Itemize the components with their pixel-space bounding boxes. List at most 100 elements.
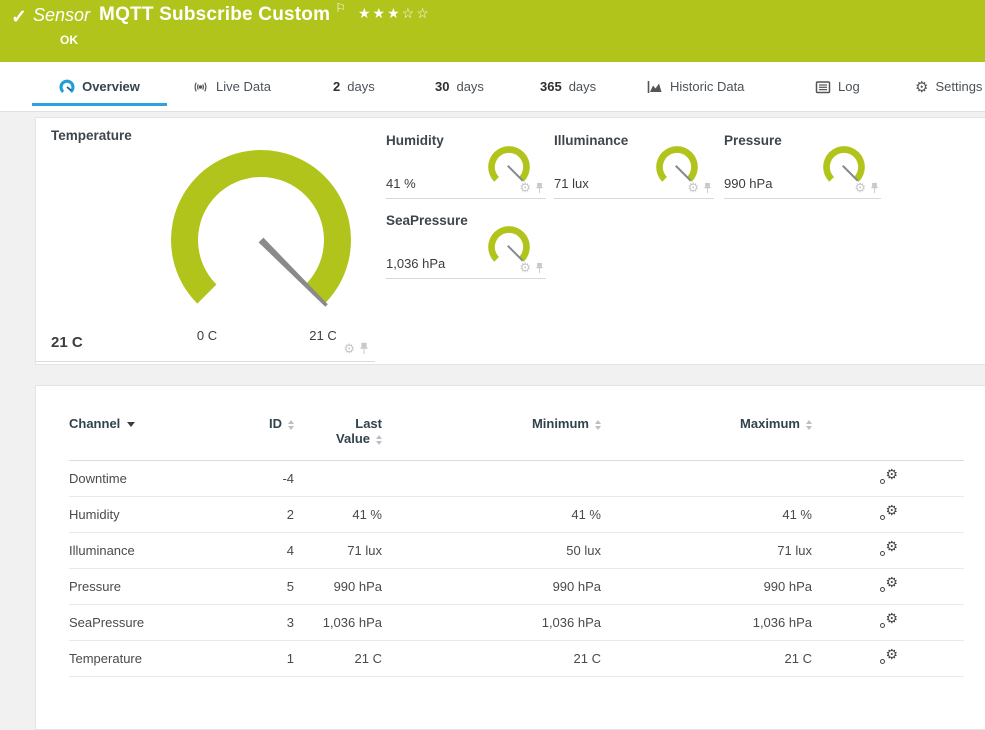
pin-icon[interactable] — [535, 182, 544, 194]
stars-empty: ☆☆ — [402, 5, 431, 21]
table-row: Temperature 1 21 C 21 C 21 C ⚙ — [69, 641, 964, 677]
column-header-last-value[interactable]: Last Value — [294, 412, 382, 461]
channel-settings-icon[interactable]: ⚙ — [880, 577, 898, 593]
tab-number: 365 — [540, 79, 562, 94]
live-signal-icon — [192, 79, 209, 95]
gauge-tile-humidity: Humidity 41 % ⚙ — [386, 129, 546, 199]
tab-label: days — [569, 79, 596, 94]
cell-channel[interactable]: Illuminance — [69, 533, 229, 569]
channel-title: Pressure — [724, 133, 782, 148]
gauge-max-label: 21 C — [302, 328, 344, 343]
gauge-needle — [676, 166, 691, 181]
gauge-settings-gear-icon[interactable]: ⚙ — [687, 181, 699, 194]
tab-30-days[interactable]: 30 days — [435, 62, 484, 111]
tab-label: days — [347, 79, 374, 94]
cell-last-value: 1,036 hPa — [294, 605, 382, 641]
gauge-needle — [508, 166, 523, 181]
cell-minimum: 41 % — [382, 497, 601, 533]
tab-live-data[interactable]: Live Data — [192, 62, 271, 111]
column-header-minimum[interactable]: Minimum — [382, 412, 601, 461]
pin-icon[interactable] — [870, 182, 879, 194]
tab-label: days — [456, 79, 483, 94]
table-row: Pressure 5 990 hPa 990 hPa 990 hPa ⚙ — [69, 569, 964, 605]
gauge-needle — [508, 246, 523, 261]
gauge-settings-gear-icon[interactable]: ⚙ — [343, 342, 355, 355]
tab-overview[interactable]: Overview — [32, 62, 167, 111]
column-label: Last — [294, 416, 382, 431]
channel-value: 71 lux — [554, 176, 589, 191]
cell-channel[interactable]: Temperature — [69, 641, 229, 677]
column-label: Maximum — [740, 416, 800, 431]
priority-stars[interactable]: ★★★☆☆ — [358, 5, 431, 22]
pin-icon[interactable] — [703, 182, 712, 194]
sort-icon — [288, 420, 294, 430]
column-header-maximum[interactable]: Maximum — [601, 412, 812, 461]
cell-channel[interactable]: Humidity — [69, 497, 229, 533]
channel-title: Illuminance — [554, 133, 628, 148]
channel-value: 1,036 hPa — [386, 256, 445, 271]
ok-check-icon: ✓ — [11, 6, 27, 29]
tab-label: Log — [838, 79, 860, 94]
tab-label: Settings — [935, 79, 982, 94]
channel-settings-icon[interactable]: ⚙ — [880, 613, 898, 629]
channel-title: Humidity — [386, 133, 444, 148]
column-header-id[interactable]: ID — [229, 412, 294, 461]
pin-icon[interactable] — [359, 342, 369, 355]
area-chart-icon — [647, 79, 663, 95]
cell-minimum: 21 C — [382, 641, 601, 677]
gauge-tile-illuminance: Illuminance 71 lux ⚙ — [554, 129, 714, 199]
gauge-tile-pressure: Pressure 990 hPa ⚙ — [724, 129, 881, 199]
sensor-title: MQTT Subscribe Custom — [99, 4, 330, 26]
cell-id: 3 — [229, 605, 294, 641]
tab-number: 2 — [333, 79, 340, 94]
channel-value: 21 C — [51, 334, 83, 351]
cell-channel[interactable]: SeaPressure — [69, 605, 229, 641]
tab-settings[interactable]: ⚙ Settings — [915, 62, 982, 111]
channel-value: 41 % — [386, 176, 416, 191]
cell-minimum: 990 hPa — [382, 569, 601, 605]
cell-id: -4 — [229, 461, 294, 497]
pin-icon[interactable] — [535, 262, 544, 274]
tab-2-days[interactable]: 2 days — [333, 62, 375, 111]
cell-id: 2 — [229, 497, 294, 533]
tab-historic-data[interactable]: Historic Data — [647, 62, 744, 111]
channel-settings-icon[interactable]: ⚙ — [880, 469, 898, 485]
sensor-status-banner: ✓ Sensor MQTT Subscribe Custom ⚐ ★★★☆☆ O… — [0, 0, 985, 62]
cell-maximum — [601, 461, 812, 497]
column-header-channel[interactable]: Channel — [69, 412, 229, 461]
cell-last-value: 71 lux — [294, 533, 382, 569]
gauge-settings-gear-icon[interactable]: ⚙ — [519, 181, 531, 194]
stars-filled: ★★★ — [358, 5, 402, 21]
gear-icon: ⚙ — [915, 78, 928, 96]
tab-label: Overview — [82, 79, 140, 94]
sort-icon — [595, 420, 601, 430]
status-badge: OK — [60, 33, 78, 47]
cell-minimum: 1,036 hPa — [382, 605, 601, 641]
sort-icon — [806, 420, 812, 430]
gauge-settings-gear-icon[interactable]: ⚙ — [854, 181, 866, 194]
cell-id: 1 — [229, 641, 294, 677]
cell-maximum: 21 C — [601, 641, 812, 677]
cell-id: 4 — [229, 533, 294, 569]
tab-number: 30 — [435, 79, 449, 94]
flag-icon: ⚐ — [335, 1, 346, 15]
column-label: Channel — [69, 416, 120, 431]
channel-value: 990 hPa — [724, 176, 772, 191]
column-header-spacer — [900, 412, 964, 461]
column-label: ID — [269, 416, 282, 431]
gauge-needle — [843, 166, 858, 181]
cell-last-value: 21 C — [294, 641, 382, 677]
cell-channel[interactable]: Pressure — [69, 569, 229, 605]
channel-settings-icon[interactable]: ⚙ — [880, 505, 898, 521]
gauge-tile-seapressure: SeaPressure 1,036 hPa ⚙ — [386, 209, 546, 279]
channel-settings-icon[interactable]: ⚙ — [880, 541, 898, 557]
channel-settings-icon[interactable]: ⚙ — [880, 649, 898, 665]
cell-channel[interactable]: Downtime — [69, 461, 229, 497]
tab-log[interactable]: Log — [815, 62, 860, 111]
cell-maximum: 41 % — [601, 497, 812, 533]
cell-minimum: 50 lux — [382, 533, 601, 569]
table-header-row: Channel ID Last Value Minimum Maximum — [69, 412, 964, 461]
cell-id: 5 — [229, 569, 294, 605]
gauge-settings-gear-icon[interactable]: ⚙ — [519, 261, 531, 274]
tab-365-days[interactable]: 365 days — [540, 62, 596, 111]
